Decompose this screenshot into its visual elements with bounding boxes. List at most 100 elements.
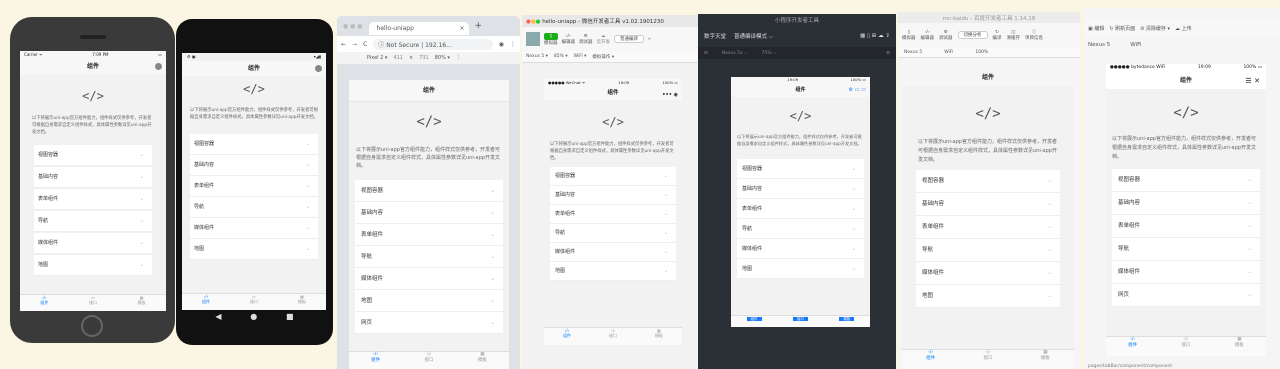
refresh-button[interactable]: ↻ 刷新页面 — [1109, 25, 1135, 32]
tab-api[interactable]: ▭ 接口 — [230, 294, 278, 310]
list-item[interactable]: 视图容器 ⌄ — [34, 145, 152, 166]
tab-template[interactable]: ▦ 模板 — [456, 352, 509, 369]
list-item[interactable]: 视图容器 ⌄ — [916, 170, 1060, 193]
list-item[interactable]: 网页 ⌄ — [355, 312, 503, 334]
list-item[interactable]: 导航 ⌄ — [737, 219, 864, 239]
tab-template[interactable]: ▦ 模板 — [1017, 350, 1074, 369]
list-item[interactable]: 表单组件 ⌄ — [355, 224, 503, 246]
list-item[interactable]: 媒体组件 ⌄ — [190, 218, 318, 239]
debugger-button[interactable]: ⚙ 调试器 — [579, 34, 593, 45]
forward-icon[interactable]: → — [352, 41, 357, 48]
network-select[interactable]: WiFi ▾ — [574, 54, 587, 59]
reload-icon[interactable]: C — [363, 41, 367, 48]
back-icon[interactable]: ← — [341, 41, 346, 48]
list-item[interactable]: 网页 ⌄ — [1112, 284, 1260, 307]
list-item[interactable]: 导航 ⌄ — [190, 197, 318, 218]
edit-button[interactable]: ▣ 编辑 — [1088, 25, 1104, 32]
list-item[interactable]: 地图 ⌄ — [916, 285, 1060, 308]
tab-api[interactable]: ‹|› 接口 — [1159, 337, 1212, 356]
height-input[interactable]: 731 — [419, 55, 429, 61]
new-tab-icon[interactable]: + — [475, 21, 483, 31]
home-icon[interactable]: ● — [250, 312, 257, 326]
close-tab-icon[interactable]: × — [460, 25, 465, 32]
width-input[interactable]: 411 — [393, 55, 403, 61]
address-bar[interactable]: ⓘ Not Secure | 192.16... — [373, 38, 493, 50]
list-item[interactable]: 表单组件 ⌄ — [916, 216, 1060, 239]
tab-template[interactable]: ▦ 模板 — [117, 295, 166, 311]
list-item[interactable]: 表单组件 ⌄ — [34, 189, 152, 210]
device-select[interactable]: Nexus 5 — [1088, 42, 1110, 48]
operation-select[interactable]: 模拟操作 ▾ — [592, 54, 614, 60]
panel-icon[interactable]: ⊟ — [704, 51, 708, 56]
tab-api[interactable]: ▭ 接口 — [69, 295, 118, 311]
more-icon[interactable]: ⋮ — [456, 55, 461, 61]
info-icon[interactable] — [155, 63, 162, 70]
recent-apps-icon[interactable]: ■ — [286, 312, 294, 326]
compile-mode-select[interactable]: 普通编译 — [614, 35, 644, 43]
tab-component[interactable]: ‹/› 组件 — [182, 294, 230, 310]
back-icon[interactable]: ◀ — [215, 312, 221, 326]
list-item[interactable]: 导航 ⌄ — [355, 246, 503, 268]
toolbar-icons[interactable]: ▦ ▯ ⊞ ☁ ⇪ — [860, 33, 890, 39]
zoom-select[interactable]: 75% ⌵ — [762, 50, 777, 56]
list-item[interactable]: 导航 ⌄ — [550, 224, 676, 243]
list-item[interactable]: 媒体组件 ⌄ — [916, 262, 1060, 285]
list-item[interactable]: 视图容器 ⌄ — [550, 167, 676, 186]
tab-template[interactable]: ▦ 模板 — [1213, 337, 1266, 356]
project-info-button[interactable]: ⓘ 项目信息 — [1025, 29, 1043, 41]
info-icon[interactable] — [315, 65, 322, 72]
tab-api[interactable]: ‹|› 接口 — [402, 352, 455, 369]
compile-mode-select[interactable]: 普通编译模式 ⌵ — [734, 32, 773, 41]
cloud-button[interactable]: ☁ 云开发 — [597, 34, 611, 45]
list-item[interactable]: 视图容器 ⌄ — [355, 180, 503, 202]
list-item[interactable]: 表单组件 ⌄ — [550, 205, 676, 224]
list-item[interactable]: 表单组件 ⌄ — [190, 176, 318, 197]
list-item[interactable]: 地图 ⌄ — [550, 262, 676, 281]
compile-button[interactable]: ↻ 编译 — [993, 30, 1002, 41]
list-item[interactable]: 基础内容 ⌄ — [34, 167, 152, 188]
capsule-menu[interactable]: ☰ ✕ — [1245, 73, 1260, 89]
list-item[interactable]: 媒体组件 ⌄ — [737, 239, 864, 259]
zoom-select[interactable]: 100% — [975, 50, 988, 55]
tab-api[interactable]: 接口 — [777, 316, 823, 327]
upload-button[interactable]: ☁ 上传 — [1175, 25, 1192, 32]
tab-component[interactable]: ‹/› 组件 — [349, 352, 402, 369]
list-item[interactable]: 基础内容 ⌄ — [550, 186, 676, 205]
tab-component[interactable]: ‹/› 组件 — [20, 295, 69, 311]
capsule-menu[interactable]: ••• ◉ — [662, 89, 678, 102]
list-item[interactable]: 基础内容 ⌄ — [190, 155, 318, 176]
menu-icon[interactable]: ⋮ — [510, 41, 516, 48]
device-select[interactable]: Pixel 2 ▾ — [367, 55, 387, 61]
list-item[interactable]: 地图 ⌄ — [34, 255, 152, 276]
device-select[interactable]: Nexus 5 — [904, 50, 922, 55]
list-item[interactable]: 基础内容 ⌄ — [737, 179, 864, 199]
list-item[interactable]: 表单组件 ⌄ — [1112, 215, 1260, 238]
mode-select[interactable]: 切换分析 — [957, 31, 988, 39]
list-item[interactable]: 表单组件 ⌄ — [737, 199, 864, 219]
simulator-button[interactable]: ▯ 模拟器 — [902, 30, 916, 41]
tab-template[interactable]: ▦ 模板 — [278, 294, 326, 310]
tab-component[interactable]: 组件 — [731, 316, 777, 327]
iphone-home-button[interactable] — [81, 315, 103, 337]
list-item[interactable]: 视图容器 ⌄ — [190, 134, 318, 155]
editor-button[interactable]: ‹/› 编辑器 — [921, 30, 935, 41]
tab-component[interactable]: ‹/› 组件 — [902, 350, 959, 369]
list-item[interactable]: 地图 ⌄ — [355, 290, 503, 312]
list-item[interactable]: 视图容器 ⌄ — [737, 159, 864, 179]
network-select[interactable]: WiFi — [944, 50, 953, 55]
list-item[interactable]: 媒体组件 ⌄ — [355, 268, 503, 290]
list-item[interactable]: 媒体组件 ⌄ — [550, 243, 676, 262]
extension-icon[interactable]: ◉ — [499, 41, 504, 48]
list-item[interactable]: 地图 ⌄ — [190, 239, 318, 260]
tab-component[interactable]: ‹/› 组件 — [544, 328, 590, 345]
list-item[interactable]: 基础内容 ⌄ — [916, 193, 1060, 216]
editor-button[interactable]: ‹/› 编辑器 — [562, 34, 576, 45]
list-item[interactable]: 地图 ⌄ — [737, 259, 864, 279]
list-item[interactable]: 导航 ⌄ — [1112, 238, 1260, 261]
list-item[interactable]: 导航 ⌄ — [34, 211, 152, 232]
tab-template[interactable]: ▦ 模板 — [636, 328, 682, 345]
window-controls[interactable]: ● ● ● — [343, 23, 363, 30]
device-select[interactable]: Nexus 5x ⌵ — [722, 50, 748, 56]
clear-cache-button[interactable]: ⊘ 清除缓存 ▾ — [1140, 25, 1170, 32]
account-label[interactable]: 数字天堂 — [704, 32, 726, 40]
